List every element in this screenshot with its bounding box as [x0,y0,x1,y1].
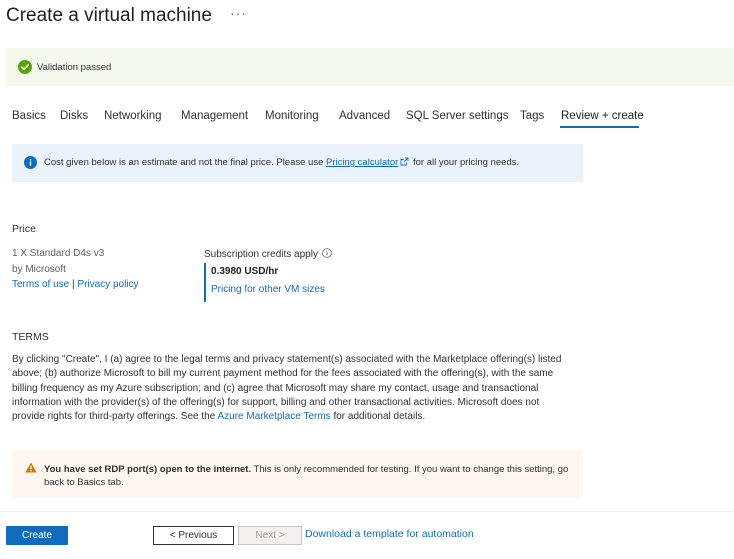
publisher: by Microsoft [12,264,66,275]
terms-text: By clicking "Create", I (a) agree to the… [12,353,572,424]
product-name: 1 X Standard D4s v3 [12,248,105,259]
tab-advanced[interactable]: Advanced [339,110,390,122]
tab-sql-server-settings[interactable]: SQL Server settings [406,110,508,122]
tab-management[interactable]: Management [181,110,248,122]
price-accent-bar [204,263,206,302]
previous-button[interactable]: < Previous [153,526,234,545]
warning-icon [25,462,37,473]
check-circle-icon [18,60,32,74]
terms-of-use-link[interactable]: Terms of use [12,279,69,290]
page-title: Create a virtual machine [6,5,212,26]
validation-banner [6,48,734,86]
validation-text: Validation passed [37,62,112,73]
tab-tags[interactable]: Tags [520,110,544,122]
info-outline-icon[interactable] [322,248,332,258]
info-icon [24,156,37,169]
next-button: Next > [238,526,302,545]
active-tab-indicator [560,126,639,128]
more-options-icon[interactable]: ··· [230,5,247,21]
pricing-calculator-link[interactable]: Pricing calculator [326,157,398,168]
external-link-icon [400,157,409,166]
info-text-suffix: for all your pricing needs. [410,157,520,168]
tab-disks[interactable]: Disks [60,110,88,122]
create-button[interactable]: Create [6,526,68,545]
terms-suffix: for additional details. [330,411,426,423]
pricing-other-sizes-link[interactable]: Pricing for other VM sizes [211,284,325,295]
link-separator: | [72,279,75,290]
download-template-link[interactable]: Download a template for automation [305,528,474,540]
footer-divider [0,511,734,512]
privacy-policy-link[interactable]: Privacy policy [77,279,138,290]
warning-bold-text: You have set RDP port(s) open to the int… [44,464,252,475]
tab-review-create[interactable]: Review + create [561,110,644,122]
subscription-credits: Subscription credits apply [204,248,332,260]
info-message: Cost given below is an estimate and not … [44,157,519,168]
tab-networking[interactable]: Networking [104,110,162,122]
price-value: 0.3980 USD/hr [211,266,279,277]
tab-basics[interactable]: Basics [12,110,46,122]
info-text-prefix: Cost given below is an estimate and not … [44,157,326,168]
warning-message: You have set RDP port(s) open to the int… [44,463,574,489]
terms-heading: TERMS [12,331,49,343]
azure-marketplace-terms-link[interactable]: Azure Marketplace Terms [217,411,330,422]
tab-monitoring[interactable]: Monitoring [265,110,319,122]
subscription-credits-label: Subscription credits apply [204,249,318,260]
legal-links: Terms of use | Privacy policy [12,279,139,290]
price-heading: Price [12,223,36,235]
